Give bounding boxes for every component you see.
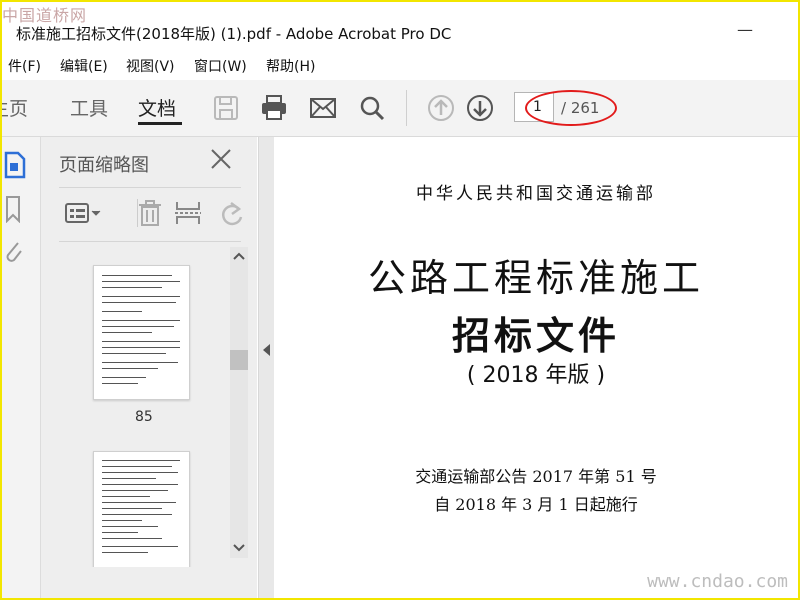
search-icon[interactable]: [358, 94, 386, 122]
close-icon[interactable]: [209, 147, 233, 171]
print-icon[interactable]: [260, 94, 288, 122]
window-frame: 标准施工招标文件(2018年版) (1).pdf - Adobe Acrobat…: [0, 0, 800, 600]
annotation-ellipse: [525, 90, 617, 126]
document-notice-line1: 交通运输部公告 2017 年第 51 号: [415, 467, 657, 486]
thumbnail-panel: 页面缩略图 85: [41, 137, 257, 598]
email-icon[interactable]: [309, 94, 337, 122]
menu-view[interactable]: 视图(V): [126, 56, 175, 76]
document-edition: ( 2018 年版 ): [466, 363, 606, 388]
menu-help[interactable]: 帮助(H): [266, 56, 315, 76]
scrollbar-thumb[interactable]: [230, 350, 248, 370]
menu-file[interactable]: 件(F): [8, 56, 41, 76]
minimize-button[interactable]: —: [737, 20, 753, 39]
page-thumbnails-icon[interactable]: [4, 151, 26, 179]
extract-pages-icon[interactable]: [173, 199, 203, 227]
attachment-icon[interactable]: [2, 237, 24, 267]
title-bar: 标准施工招标文件(2018年版) (1).pdf - Adobe Acrobat…: [2, 2, 798, 48]
scroll-down-icon[interactable]: [233, 543, 245, 553]
thumbnail-list: 85: [59, 247, 229, 567]
rotate-icon[interactable]: [217, 199, 247, 227]
document-title-line2: 招标文件: [451, 314, 620, 358]
watermark-top: 中国道桥网: [2, 6, 88, 25]
menu-edit[interactable]: 编辑(E): [60, 56, 108, 76]
menu-window[interactable]: 窗口(W): [194, 56, 247, 76]
panel-divider: [59, 187, 241, 188]
panel-tools-divider: [59, 241, 241, 242]
navigation-rail: [2, 137, 41, 598]
panel-title: 页面缩略图: [59, 155, 149, 176]
active-tab-indicator: [138, 122, 182, 125]
window-title: 标准施工招标文件(2018年版) (1).pdf - Adobe Acrobat…: [16, 25, 452, 43]
menu-bar: 件(F) 编辑(E) 视图(V) 窗口(W) 帮助(H): [2, 48, 798, 78]
previous-page-icon[interactable]: [427, 94, 455, 122]
toolbar-separator: [406, 90, 407, 126]
next-page-icon[interactable]: [466, 94, 494, 122]
watermark-bottom: www.cndao.com: [647, 571, 788, 592]
scroll-up-icon[interactable]: [233, 251, 245, 261]
bookmark-icon[interactable]: [4, 195, 24, 223]
main-toolbar: 主页 工具 文档: [2, 80, 798, 137]
collapse-arrow-icon[interactable]: [262, 343, 271, 357]
thumbnail-scrollbar[interactable]: [230, 247, 248, 558]
thumbnail-page-number: 85: [135, 409, 153, 425]
document-notice-line2: 自 2018 年 3 月 1 日起施行: [434, 495, 638, 514]
page-thumbnail[interactable]: [93, 451, 190, 567]
save-icon[interactable]: [212, 94, 240, 122]
tab-document[interactable]: 文档: [138, 94, 176, 121]
page-thumbnail[interactable]: [93, 265, 190, 400]
tab-home[interactable]: 主页: [2, 94, 28, 121]
thumbnail-options-icon[interactable]: [65, 199, 103, 227]
document-page: 中华人民共和国交通运输部 公路工程标准施工 招标文件 ( 2018 年版 ) 交…: [274, 137, 798, 598]
tab-tools[interactable]: 工具: [70, 94, 108, 121]
document-ministry: 中华人民共和国交通运输部: [416, 184, 656, 204]
document-title-line1: 公路工程标准施工: [367, 256, 704, 300]
trash-icon[interactable]: [135, 199, 165, 227]
panel-collapse-bar[interactable]: [258, 137, 275, 598]
